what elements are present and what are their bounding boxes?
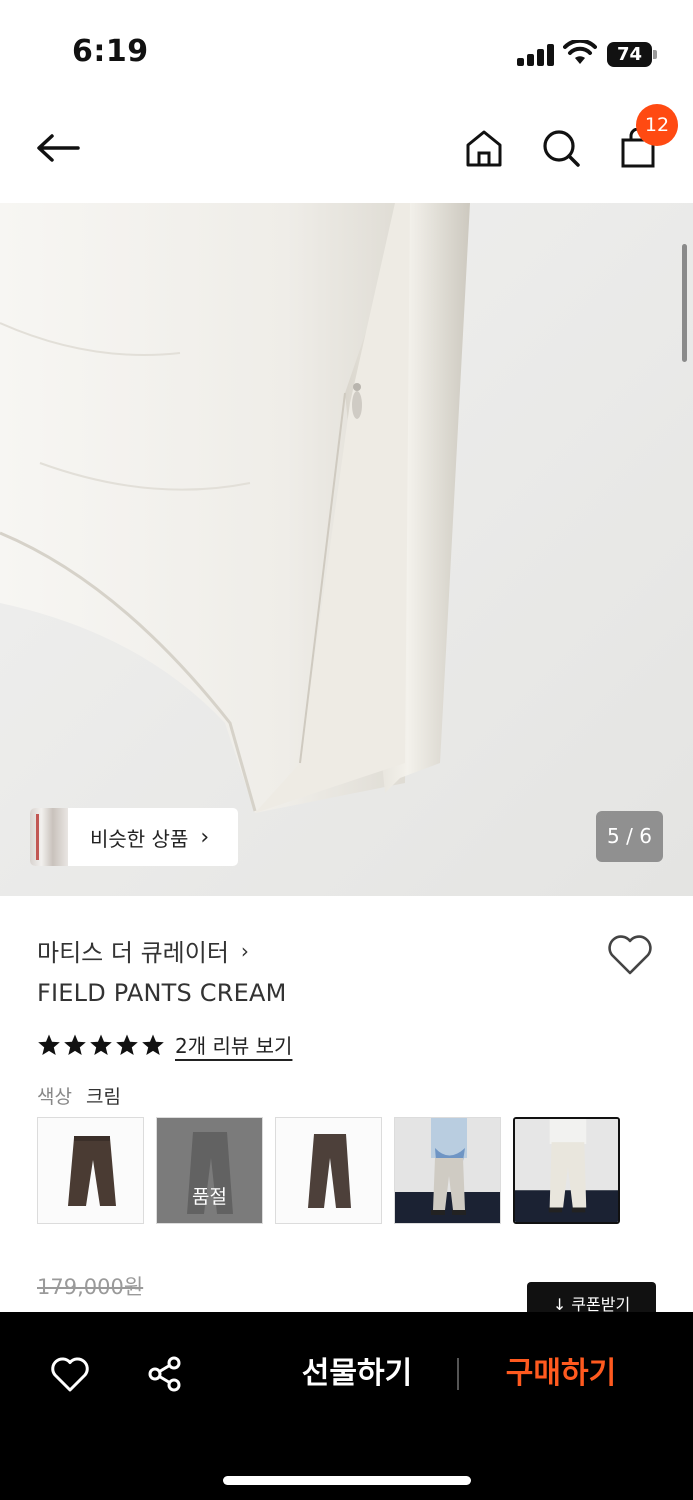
heart-icon	[608, 935, 652, 975]
chevron-right-icon: ›	[200, 824, 210, 850]
bottom-wishlist-button[interactable]	[50, 1356, 90, 1394]
rating-row: 2개 리뷰 보기	[37, 1030, 292, 1059]
color-option[interactable]	[37, 1117, 144, 1224]
star-icon	[64, 1034, 86, 1055]
star-icon	[38, 1034, 60, 1055]
similar-product-thumbnail	[30, 808, 68, 866]
home-icon	[466, 130, 502, 167]
soldout-label: 품절	[192, 1186, 227, 1208]
share-icon	[148, 1356, 181, 1392]
search-button[interactable]	[539, 126, 583, 170]
color-option[interactable]	[394, 1117, 501, 1224]
color-option-soldout[interactable]: 품절	[156, 1117, 263, 1224]
scrollbar[interactable]	[682, 244, 687, 362]
star-icon	[90, 1034, 112, 1055]
top-nav	[0, 100, 693, 203]
image-page-indicator: 5 / 6	[596, 811, 663, 862]
search-icon	[543, 130, 580, 167]
original-price: 179,000원	[37, 1275, 144, 1299]
star-icon	[116, 1034, 138, 1055]
similar-products-button[interactable]: 비슷한 상품 ›	[30, 808, 238, 866]
color-label: 색상	[37, 1086, 72, 1108]
similar-products-label: 비슷한 상품	[90, 826, 189, 851]
product-name: FIELD PANTS CREAM	[37, 979, 287, 1007]
color-option-selected[interactable]	[513, 1117, 620, 1224]
rating-stars	[37, 1033, 165, 1057]
heart-icon	[51, 1357, 89, 1392]
color-row: 색상 크림	[37, 1082, 121, 1109]
wifi-icon	[563, 40, 597, 64]
status-bar: 6:19 74	[0, 0, 693, 100]
brown-pants-image	[308, 1134, 351, 1208]
signal-icon	[517, 44, 555, 66]
review-link[interactable]: 2개 리뷰 보기	[175, 1030, 292, 1059]
gift-button[interactable]: 선물하기	[282, 1352, 432, 1396]
product-photo	[0, 203, 693, 896]
star-icon	[142, 1034, 164, 1055]
buy-button[interactable]: 구매하기	[486, 1352, 636, 1396]
brown-pants-image	[68, 1136, 116, 1206]
back-button[interactable]	[30, 126, 86, 170]
color-options: 품절	[37, 1117, 620, 1224]
color-option[interactable]	[275, 1117, 382, 1224]
battery-level: 74	[607, 42, 652, 67]
share-button[interactable]	[145, 1354, 185, 1394]
brand-link[interactable]: 마티스 더 큐레이터 ›	[37, 933, 249, 968]
arrow-left-icon	[37, 134, 80, 162]
battery-icon: 74	[607, 42, 657, 67]
brand-name: 마티스 더 큐레이터	[37, 939, 229, 967]
model-image	[395, 1118, 500, 1223]
cart-count-badge: 12	[636, 104, 678, 146]
color-value: 크림	[85, 1086, 121, 1108]
divider	[457, 1358, 459, 1390]
home-button[interactable]	[462, 126, 506, 170]
chevron-right-icon: ›	[240, 938, 249, 963]
product-image[interactable]	[0, 203, 693, 896]
bottom-action-bar	[0, 1312, 693, 1500]
wishlist-button[interactable]	[606, 933, 654, 977]
model-image	[515, 1119, 618, 1222]
status-time: 6:19	[72, 34, 149, 69]
coupon-button[interactable]: ↓ 쿠폰받기	[527, 1282, 656, 1316]
home-indicator[interactable]	[223, 1476, 471, 1485]
